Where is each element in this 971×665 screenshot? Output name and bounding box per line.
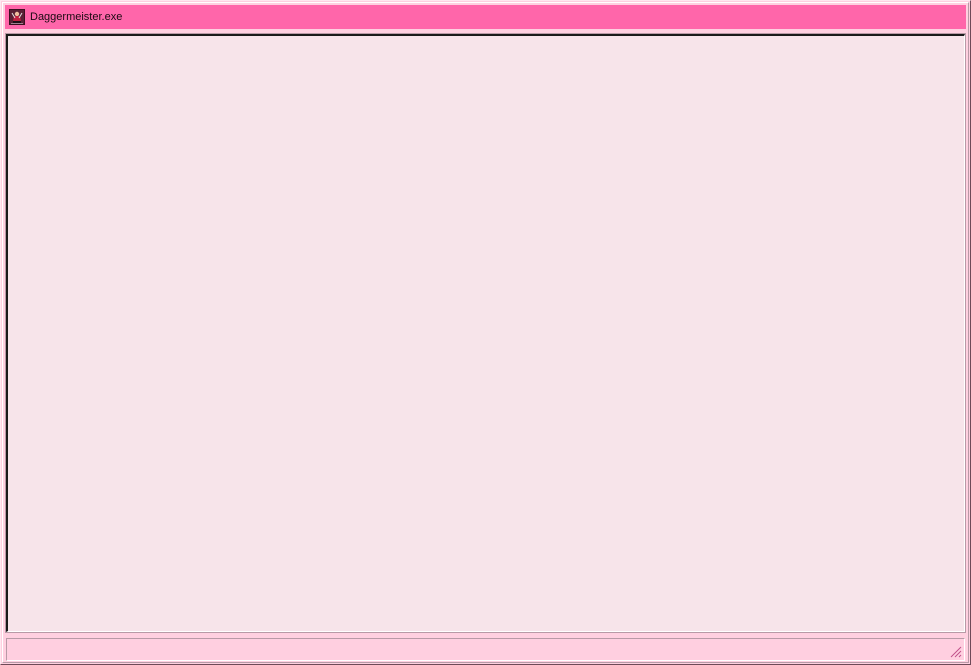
main-content-area[interactable] xyxy=(5,33,966,633)
app-icon[interactable] xyxy=(9,9,25,25)
status-bar xyxy=(6,638,965,661)
window-title: Daggermeister.exe xyxy=(30,11,123,23)
app-window: Daggermeister.exe xyxy=(0,0,971,665)
title-bar[interactable]: Daggermeister.exe xyxy=(5,5,966,29)
resize-grip-icon[interactable] xyxy=(948,644,962,658)
